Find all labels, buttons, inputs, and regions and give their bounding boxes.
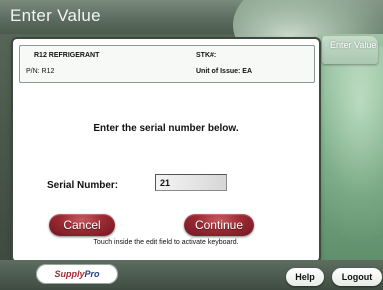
title-bar: Enter Value: [0, 0, 383, 80]
serial-number-input[interactable]: [155, 174, 227, 191]
item-name: R12 REFRIGERANT: [34, 52, 100, 59]
part-number: P/N: R12: [26, 68, 55, 75]
logout-button[interactable]: Logout: [332, 268, 382, 286]
dialog-card: R12 REFRIGERANT STK#: P/N: R12 Unit of I…: [13, 39, 319, 261]
logo-pro: Pro: [84, 269, 100, 279]
supplypro-logo: SupplyPro: [36, 264, 118, 284]
continue-button[interactable]: Continue: [184, 214, 254, 236]
item-info-header: R12 REFRIGERANT STK#: P/N: R12 Unit of I…: [19, 45, 315, 83]
serial-number-label: Serial Number:: [47, 180, 119, 191]
side-tab-enter-value[interactable]: Enter Value: [322, 36, 378, 64]
stk-label: STK#:: [196, 52, 217, 59]
unit-of-issue: Unit of Issue: EA: [196, 68, 253, 75]
help-button[interactable]: Help: [286, 268, 324, 286]
keyboard-hint: Touch inside the edit field to activate …: [93, 239, 239, 246]
app-window: Enter Value Enter Value R12 REFRIGERANT …: [0, 0, 383, 290]
window-title: Enter Value: [10, 6, 101, 25]
cancel-button[interactable]: Cancel: [49, 214, 115, 236]
logo-supply: Supply: [54, 269, 85, 279]
instruction-text: Enter the serial number below.: [93, 123, 239, 134]
